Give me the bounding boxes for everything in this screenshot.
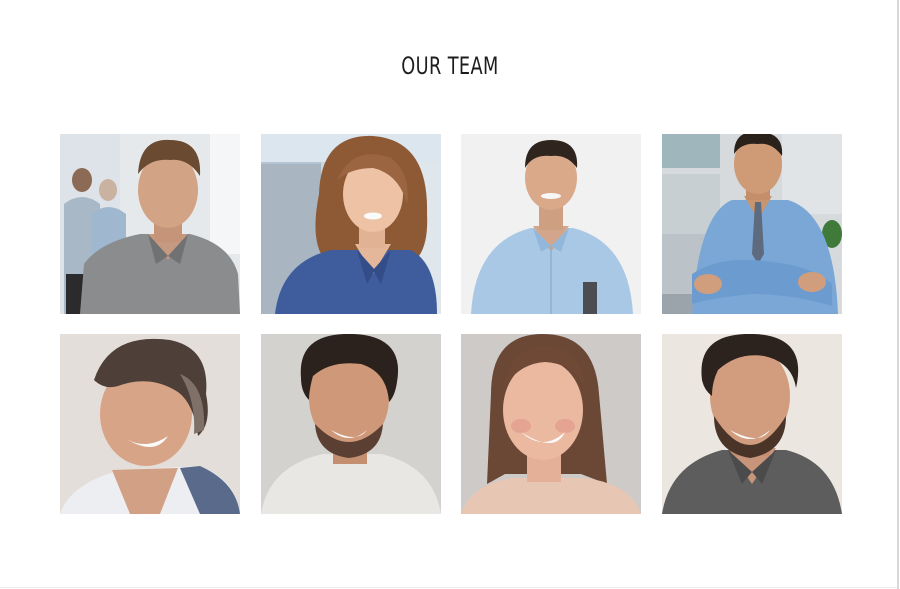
team-page: OUR TEAM bbox=[0, 0, 900, 589]
right-border bbox=[897, 0, 899, 589]
team-member-7[interactable] bbox=[461, 334, 642, 514]
section-title: OUR TEAM bbox=[401, 52, 499, 80]
team-member-6[interactable] bbox=[260, 334, 441, 514]
man-curly-hair-beard-photo bbox=[260, 334, 441, 514]
man-smiling-white-collar-photo bbox=[60, 334, 240, 514]
woman-smiling-pink-top-photo bbox=[461, 334, 642, 514]
team-member-5[interactable] bbox=[60, 334, 240, 514]
woman-blue-blouse-photo bbox=[260, 134, 441, 314]
team-member-1[interactable] bbox=[60, 134, 240, 314]
man-blue-shirt-tie-arms-crossed-photo bbox=[661, 134, 842, 314]
man-light-blue-shirt-folder-photo bbox=[461, 134, 642, 314]
team-member-3[interactable] bbox=[461, 134, 642, 314]
team-member-8[interactable] bbox=[661, 334, 842, 514]
team-member-2[interactable] bbox=[260, 134, 441, 314]
bottom-border bbox=[0, 587, 897, 588]
team-member-4[interactable] bbox=[661, 134, 842, 314]
team-grid bbox=[60, 134, 842, 514]
man-grey-shirt-office-photo bbox=[60, 134, 240, 314]
man-beard-grey-shirt-photo bbox=[661, 334, 842, 514]
